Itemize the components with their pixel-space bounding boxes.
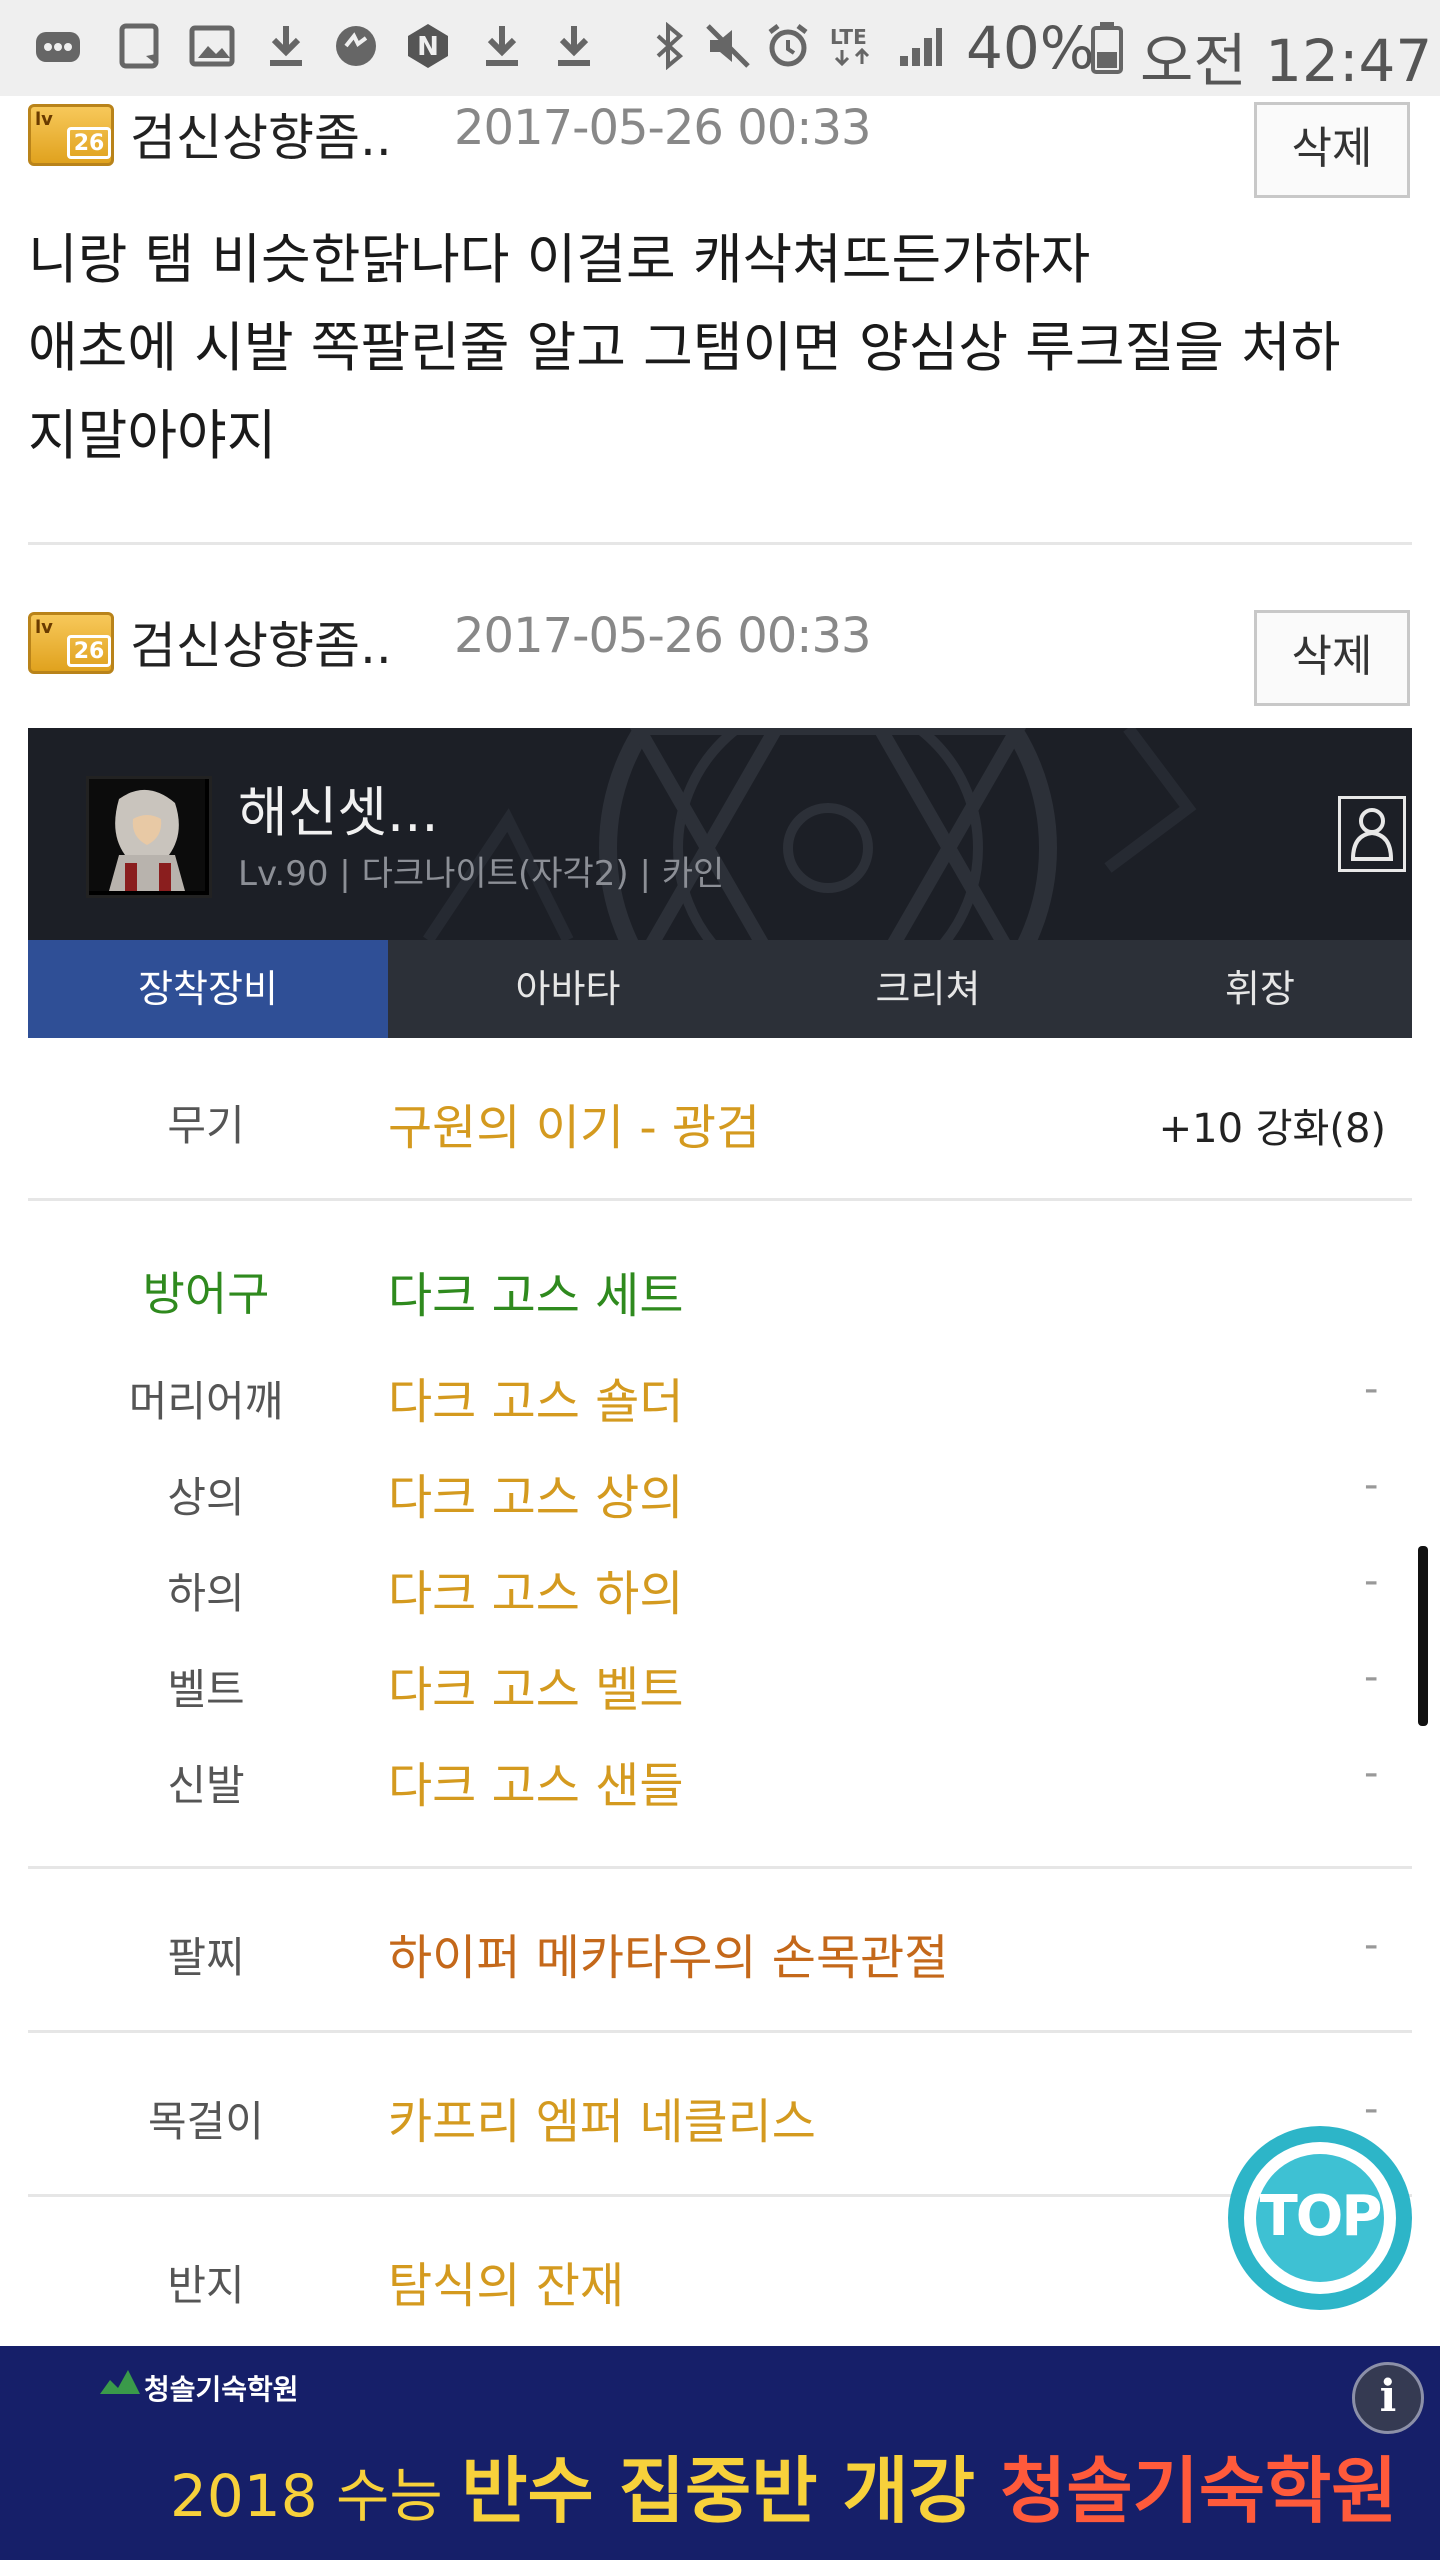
bluetooth-icon xyxy=(644,21,692,71)
screenshot-icon xyxy=(116,22,164,70)
armor-label: 방어구 xyxy=(142,1267,270,1321)
necklace-value: - xyxy=(1364,2086,1379,2132)
gallery-icon xyxy=(188,22,236,70)
armor-slot-label: 상의 xyxy=(167,1473,245,1522)
equipment-tab-bar: 장착장비 아바타 크리쳐 휘장 xyxy=(28,940,1412,1038)
armor-value: - xyxy=(1364,1750,1379,1796)
download-icon xyxy=(550,22,598,70)
scrollbar-thumb[interactable] xyxy=(1418,1546,1428,1726)
lte-icon: LTE xyxy=(828,22,876,70)
comment-divider xyxy=(28,542,1412,545)
status-bar: N LTE 40% 오전 12:47 xyxy=(0,0,1440,96)
ring-item[interactable]: 탐식의 잔재 xyxy=(388,2246,624,2316)
ad-headline: 2018 수능 반수 집중반 개강 청솔기숙학원 xyxy=(170,2449,1398,2533)
level-badge: lv 26 xyxy=(28,104,114,166)
level-badge: lv 26 xyxy=(28,612,114,674)
signal-icon xyxy=(896,22,944,70)
weapon-label: 무기 xyxy=(167,1101,245,1150)
armor-slot-label: 벨트 xyxy=(167,1665,245,1714)
tab-equipped[interactable]: 장착장비 xyxy=(28,940,388,1038)
armor-slot-label: 머리어깨 xyxy=(128,1377,284,1426)
bracelet-value: - xyxy=(1364,1922,1379,1968)
delete-button[interactable]: 삭제 xyxy=(1254,610,1410,706)
ad-logo-text: 청솔기숙학원 xyxy=(144,2373,299,2406)
clock: 오전 12:47 xyxy=(1140,27,1433,95)
more-notifications-icon xyxy=(34,22,82,70)
weapon-enhance: +10 강화(8) xyxy=(1158,1106,1386,1152)
mute-icon xyxy=(704,22,752,70)
download-icon xyxy=(262,22,310,70)
download-icon xyxy=(478,22,526,70)
comment-date: 2017-05-26 00:33 xyxy=(454,608,872,664)
bracelet-item[interactable]: 하이퍼 메카타우의 손목관절 xyxy=(388,1918,948,1988)
character-name: 해신셋... xyxy=(238,781,439,844)
naver-icon: N xyxy=(404,22,452,70)
armor-slot-label: 신발 xyxy=(167,1761,245,1810)
app-badge-icon xyxy=(332,22,380,70)
necklace-label: 목걸이 xyxy=(148,2097,264,2146)
comment-text: 니랑 탬 비슷한닭나다 이걸로 캐삭쳐뜨든가하자 애초에 시발 쪽팔린줄 알고 … xyxy=(28,228,1341,467)
armor-item[interactable]: 다크 고스 하의 xyxy=(388,1554,683,1624)
armor-item[interactable]: 다크 고스 벨트 xyxy=(388,1650,683,1720)
bracelet-label: 팔찌 xyxy=(167,1933,245,1982)
comment-nickname[interactable]: 검신상향좀.. xyxy=(130,606,392,678)
armor-value: - xyxy=(1364,1462,1379,1508)
section-divider xyxy=(28,2194,1412,2197)
weapon-item[interactable]: 구원의 이기 - 광검 xyxy=(388,1088,760,1158)
necklace-item[interactable]: 카프리 엠퍼 네클리스 xyxy=(388,2082,816,2152)
character-info: Lv.90 | 다크나이트(자각2) | 카인 xyxy=(238,854,725,894)
armor-item[interactable]: 다크 고스 상의 xyxy=(388,1458,683,1528)
card-background-pattern xyxy=(423,728,1197,940)
ad-info-icon[interactable]: i xyxy=(1352,2362,1424,2434)
section-divider xyxy=(28,1198,1412,1201)
delete-button[interactable]: 삭제 xyxy=(1254,102,1410,198)
armor-value: - xyxy=(1364,1558,1379,1604)
armor-item[interactable]: 다크 고스 샌들 xyxy=(388,1746,683,1816)
ad-logo-icon xyxy=(100,2368,140,2402)
alarm-icon xyxy=(764,22,812,70)
armor-value: - xyxy=(1364,1654,1379,1700)
profile-icon[interactable] xyxy=(1338,796,1406,872)
comment-nickname[interactable]: 검신상향좀.. xyxy=(130,98,392,170)
svg-text:N: N xyxy=(417,32,439,62)
tab-insignia[interactable]: 휘장 xyxy=(1108,940,1412,1038)
section-divider xyxy=(28,2030,1412,2033)
battery-icon xyxy=(1084,22,1132,74)
ring-label: 반지 xyxy=(167,2261,245,2310)
ad-banner[interactable]: 청솔기숙학원 2018 수능 반수 집중반 개강 청솔기숙학원 xyxy=(0,2346,1440,2560)
character-card[interactable]: 해신셋... Lv.90 | 다크나이트(자각2) | 카인 xyxy=(28,728,1412,940)
armor-slot-label: 하의 xyxy=(167,1569,245,1618)
scroll-to-top-button[interactable]: TOP xyxy=(1228,2126,1412,2310)
battery-percent: 40% xyxy=(966,14,1095,82)
tab-creature[interactable]: 크리쳐 xyxy=(748,940,1108,1038)
armor-item[interactable]: 다크 고스 숄더 xyxy=(388,1362,683,1432)
armor-value: - xyxy=(1364,1366,1379,1412)
svg-text:LTE: LTE xyxy=(830,25,867,49)
character-avatar xyxy=(86,776,212,898)
armor-set-name[interactable]: 다크 고스 세트 xyxy=(388,1256,683,1326)
tab-avatar[interactable]: 아바타 xyxy=(388,940,748,1038)
section-divider xyxy=(28,1866,1412,1869)
comment-date: 2017-05-26 00:33 xyxy=(454,100,872,156)
